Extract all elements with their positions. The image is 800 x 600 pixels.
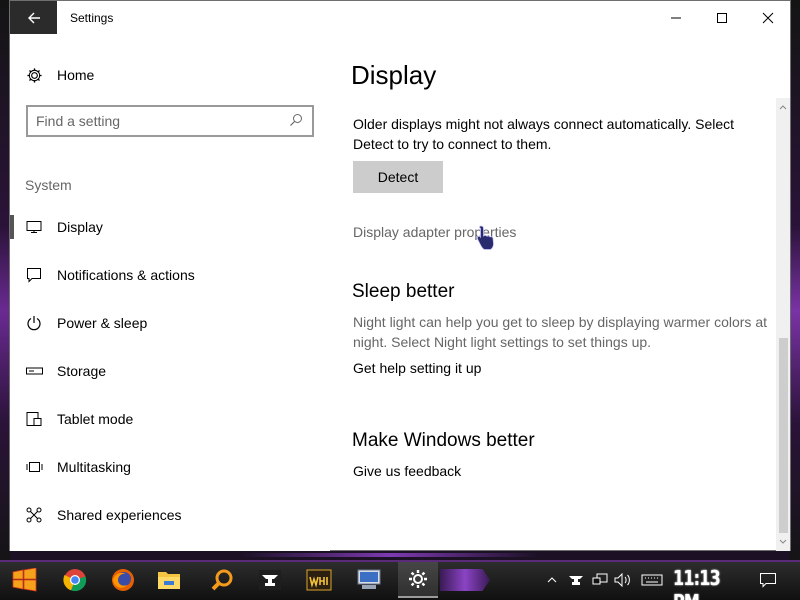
monitor-icon bbox=[25, 218, 43, 236]
tablet-mode-icon bbox=[25, 410, 43, 428]
make-windows-better-heading: Make Windows better bbox=[352, 430, 535, 451]
start-button[interactable] bbox=[8, 565, 42, 595]
sidebar-item-label: Display bbox=[57, 219, 103, 235]
taskbar-chrome[interactable] bbox=[55, 562, 95, 598]
multitasking-icon bbox=[25, 458, 43, 476]
sidebar-item-label: Storage bbox=[57, 363, 107, 379]
scroll-up-icon[interactable] bbox=[776, 100, 790, 114]
detect-description: Older displays might not always connect … bbox=[353, 116, 735, 152]
sidebar-item-label: Tablet mode bbox=[57, 411, 134, 427]
start-logo-icon bbox=[12, 568, 37, 592]
sidebar-item-shared-experiences[interactable]: Shared experiences bbox=[10, 496, 330, 534]
maximize-icon bbox=[717, 12, 727, 23]
sidebar-item-power-sleep[interactable]: Power & sleep bbox=[10, 304, 330, 342]
sidebar-item-tablet-mode[interactable]: Tablet mode bbox=[10, 400, 330, 438]
sidebar-item-label: Multitasking bbox=[57, 459, 131, 475]
settings-gear-icon bbox=[409, 570, 427, 588]
sidebar-item-multitasking[interactable]: Multitasking bbox=[10, 448, 330, 486]
search-icon[interactable] bbox=[289, 113, 305, 129]
taskbar-firefox[interactable] bbox=[103, 562, 143, 598]
page-title: Display bbox=[351, 60, 437, 90]
whi-app-icon bbox=[306, 569, 332, 591]
sidebar-item-label: Power & sleep bbox=[57, 315, 148, 331]
sidebar: Home System Display Notifications & bbox=[10, 34, 330, 551]
sidebar-item-storage[interactable]: Storage bbox=[10, 352, 330, 390]
taskbar-decoration bbox=[440, 569, 490, 591]
chrome-icon bbox=[63, 569, 87, 592]
anvil-tray-icon bbox=[569, 576, 583, 585]
desktop-edge-right bbox=[790, 0, 800, 565]
section-label-system: System bbox=[25, 177, 72, 193]
tray-overflow-button[interactable] bbox=[545, 565, 559, 595]
sidebar-item-display[interactable]: Display bbox=[10, 208, 330, 246]
give-feedback-link[interactable]: Give us feedback bbox=[353, 463, 461, 479]
taskbar-settings[interactable] bbox=[398, 562, 438, 598]
search-box[interactable] bbox=[26, 105, 314, 137]
computer-app-icon bbox=[357, 569, 381, 589]
tray-anvil[interactable] bbox=[566, 565, 586, 595]
storage-icon bbox=[25, 362, 43, 380]
back-button[interactable] bbox=[10, 1, 57, 34]
active-indicator bbox=[10, 215, 14, 239]
taskbar-computer-app[interactable] bbox=[349, 562, 389, 598]
vertical-scrollbar[interactable] bbox=[776, 98, 790, 551]
file-explorer-icon bbox=[158, 572, 180, 589]
sidebar-item-notifications[interactable]: Notifications & actions bbox=[10, 256, 330, 294]
power-icon bbox=[25, 314, 43, 332]
scroll-down-icon[interactable] bbox=[776, 535, 790, 549]
firefox-icon bbox=[112, 569, 134, 591]
taskbar-search-app[interactable] bbox=[202, 562, 242, 598]
sleep-better-heading: Sleep better bbox=[352, 281, 455, 302]
sidebar-item-label: Notifications & actions bbox=[57, 267, 195, 283]
minimize-button[interactable] bbox=[653, 1, 699, 34]
get-help-link[interactable]: Get help setting it up bbox=[353, 360, 481, 376]
search-input[interactable] bbox=[36, 112, 276, 130]
search-app-icon bbox=[211, 569, 233, 591]
action-center-button[interactable] bbox=[756, 565, 780, 595]
window-title: Settings bbox=[70, 11, 114, 25]
close-button[interactable] bbox=[745, 1, 791, 34]
gear-icon bbox=[25, 66, 43, 84]
anvil-app-icon bbox=[259, 570, 281, 590]
scroll-thumb[interactable] bbox=[779, 338, 788, 533]
home-label: Home bbox=[57, 67, 95, 83]
chevron-up-icon bbox=[547, 577, 557, 583]
keyboard-icon bbox=[641, 574, 663, 586]
sleep-description: Night light can help you get to sleep by… bbox=[353, 314, 767, 350]
title-bar: Settings bbox=[10, 1, 790, 34]
notification-icon bbox=[25, 266, 43, 284]
detect-button[interactable]: Detect bbox=[353, 161, 443, 193]
network-icon bbox=[592, 573, 608, 585]
taskbar-clock[interactable]: 11:13 PM bbox=[673, 566, 729, 600]
volume-icon bbox=[614, 573, 630, 587]
minimize-icon bbox=[671, 17, 681, 18]
settings-window: Settings Home Find a setting System Disp… bbox=[9, 0, 791, 551]
back-arrow-icon bbox=[27, 12, 40, 23]
tray-network[interactable] bbox=[590, 565, 610, 595]
desktop-glow-line bbox=[240, 553, 540, 557]
action-center-icon bbox=[760, 573, 776, 588]
hand-cursor-icon bbox=[476, 225, 494, 250]
tray-volume[interactable] bbox=[613, 565, 633, 595]
maximize-button[interactable] bbox=[699, 1, 745, 34]
sidebar-home[interactable]: Home bbox=[25, 64, 94, 86]
taskbar-anvil-app[interactable] bbox=[250, 562, 290, 598]
main-content: Display Older displays might not always … bbox=[330, 34, 778, 551]
tray-keyboard[interactable] bbox=[639, 565, 665, 595]
taskbar-whi-app[interactable] bbox=[299, 562, 339, 598]
shared-experiences-icon bbox=[25, 506, 43, 524]
taskbar-file-explorer[interactable] bbox=[149, 562, 189, 598]
close-icon bbox=[762, 12, 774, 23]
sidebar-item-label: Shared experiences bbox=[57, 507, 182, 523]
